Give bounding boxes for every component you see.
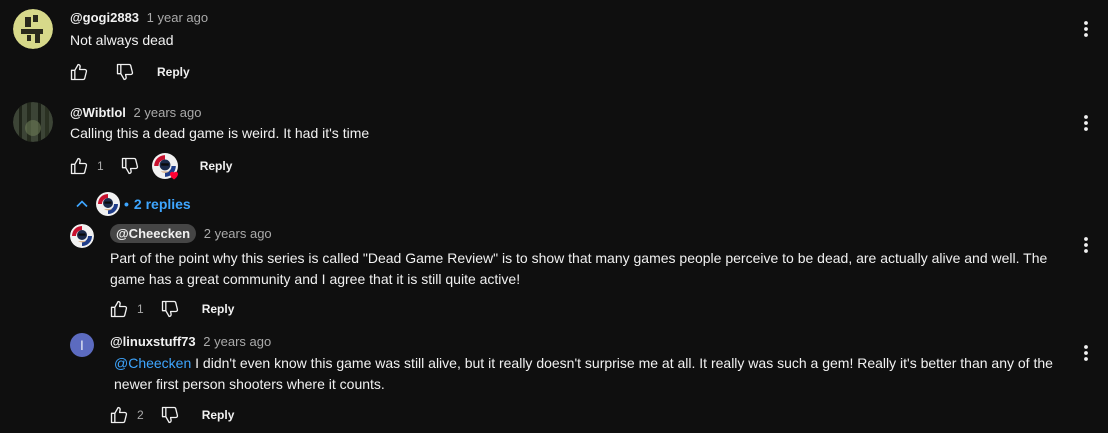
creator-avatar-image	[70, 224, 94, 248]
chevron-up-icon	[76, 200, 88, 208]
dislike-button[interactable]	[158, 403, 182, 427]
more-vert-icon	[1076, 113, 1096, 133]
timestamp[interactable]: 2 years ago	[134, 105, 202, 120]
thumbs-down-icon	[115, 62, 135, 82]
more-actions-button[interactable]	[1076, 343, 1096, 363]
like-count: 2	[137, 408, 144, 422]
author-name[interactable]: @Wibtlol	[70, 105, 126, 120]
comment-header: @Cheecken 2 years ago	[110, 224, 272, 243]
more-actions-button[interactable]	[1076, 113, 1096, 133]
avatar[interactable]	[13, 102, 53, 142]
replies-count-label: 2 replies	[133, 196, 191, 212]
comment-header: @gogi2883 1 year ago	[70, 10, 208, 25]
timestamp[interactable]: 2 years ago	[204, 226, 272, 241]
comment-actions: 2 Reply	[107, 403, 234, 427]
comment-text-line: newer first person shooters where it cou…	[114, 376, 385, 392]
author-name[interactable]: @gogi2883	[70, 10, 139, 25]
comment-text: @Cheecken I didn't even know this game w…	[114, 353, 1053, 395]
thumbs-down-icon	[120, 156, 140, 176]
bullet: •	[124, 196, 129, 212]
like-count: 1	[97, 159, 104, 173]
comment-header: @Wibtlol 2 years ago	[70, 105, 201, 120]
more-actions-button[interactable]	[1076, 19, 1096, 39]
thumbs-up-icon	[69, 62, 89, 82]
more-vert-icon	[1076, 19, 1096, 39]
comment-text-line: game has a great community and I agree t…	[110, 271, 521, 287]
more-vert-icon	[1076, 343, 1096, 363]
thumbs-up-icon	[109, 405, 129, 425]
comment-text: Part of the point why this series is cal…	[110, 248, 1047, 290]
more-actions-button[interactable]	[1076, 235, 1096, 255]
avatar[interactable]	[70, 224, 94, 248]
avatar[interactable]	[13, 9, 53, 49]
creator-avatar	[96, 192, 120, 216]
author-name[interactable]: @linuxstuff73	[110, 334, 196, 349]
comment-text-segment: I didn't even know this game was still a…	[191, 355, 1053, 371]
thumbs-down-icon	[160, 405, 180, 425]
comment-actions: Reply	[67, 60, 190, 84]
more-vert-icon	[1076, 235, 1096, 255]
comment-text-line: Part of the point why this series is cal…	[110, 250, 1048, 266]
thumbs-up-icon	[109, 299, 129, 319]
reply-button[interactable]: Reply	[202, 302, 235, 316]
like-count: 1	[137, 302, 144, 316]
comment-text-line: @Cheecken I didn't even know this game w…	[114, 353, 1053, 374]
like-button[interactable]	[107, 403, 131, 427]
timestamp[interactable]: 1 year ago	[147, 10, 208, 25]
dislike-button[interactable]	[113, 60, 137, 84]
creator-heart-badge	[152, 153, 178, 180]
dislike-button[interactable]	[158, 297, 182, 321]
timestamp[interactable]: 2 years ago	[203, 334, 271, 349]
avatar-letter: l	[80, 337, 84, 353]
like-button[interactable]	[107, 297, 131, 321]
comment-actions: 1 Reply	[67, 153, 233, 180]
avatar[interactable]: l	[70, 333, 94, 357]
reply-button[interactable]: Reply	[200, 159, 233, 173]
comment-text: Calling this a dead game is weird. It ha…	[70, 125, 370, 141]
like-button[interactable]	[67, 154, 91, 178]
dislike-button[interactable]	[118, 154, 142, 178]
comment-actions: 1 Reply	[107, 297, 234, 321]
author-name[interactable]: @Cheecken	[110, 224, 197, 243]
heart-icon	[169, 171, 178, 180]
replies-toggle-button[interactable]: • 2 replies	[72, 192, 191, 216]
comment-header: @linuxstuff73 2 years ago	[110, 334, 271, 349]
mention-link[interactable]: @Cheecken	[114, 355, 191, 371]
thumbs-up-icon	[69, 156, 89, 176]
reply-button[interactable]: Reply	[202, 408, 235, 422]
thumbs-down-icon	[160, 299, 180, 319]
like-button[interactable]	[67, 60, 91, 84]
reply-button[interactable]: Reply	[157, 65, 190, 79]
comment-text: Not always dead	[70, 32, 174, 48]
